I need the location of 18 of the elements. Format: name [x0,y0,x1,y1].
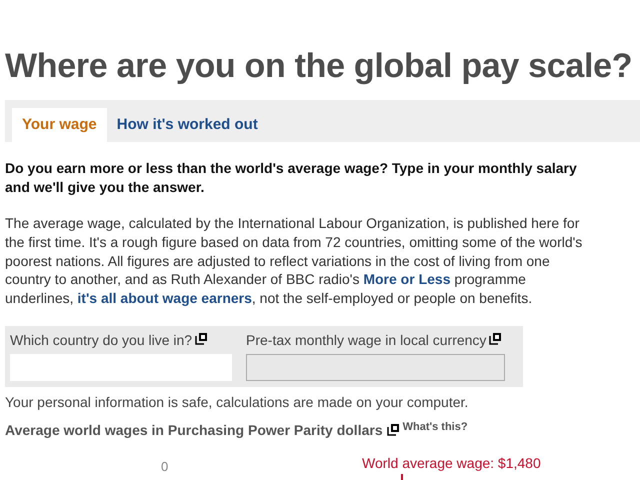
privacy-note: Your personal information is safe, calculations are made on your computer. [4,392,470,411]
intro-paragraph: The average wage, calculated by the International Labour Organization, is published here for the first time. It's a rough figure based on data from 72 countries, omitting some of the world's poorest nations. All figures are adjusted to reflect variations in the cost of living from one country to another, and as Ruth Alexander of BBC radio's More or Less programme underlines, it's all about wage earners, not the self-employed or people on benefits. [4,214,584,308]
tab[interactable]: Your wage [12,108,107,142]
intro-question: Do you earn more or less than the world's average wage? Type in your monthly salary and we'll give you the answer. [4,159,578,197]
field-label: Pre-tax monthly wage in local currency [246,330,486,350]
section-title: Average world wages in Purchasing Power Parity dollars [5,420,383,440]
link[interactable]: it's all about wage earners [77,290,252,306]
average-wage-label: World average wage: $1,480 [362,454,541,472]
help-link[interactable]: What's this? [402,420,468,434]
popup-icon[interactable] [386,422,400,436]
average-marker [400,474,404,480]
link[interactable]: More or Less [363,271,450,288]
popup-icon[interactable] [489,332,502,345]
field-label: Which country do you live in? [10,330,192,350]
popup-icon[interactable] [195,332,208,345]
axis-label: 0 [161,458,168,476]
page-title: Where are you on the global pay scale? [4,46,634,87]
tab[interactable]: How it's worked out [106,108,268,142]
